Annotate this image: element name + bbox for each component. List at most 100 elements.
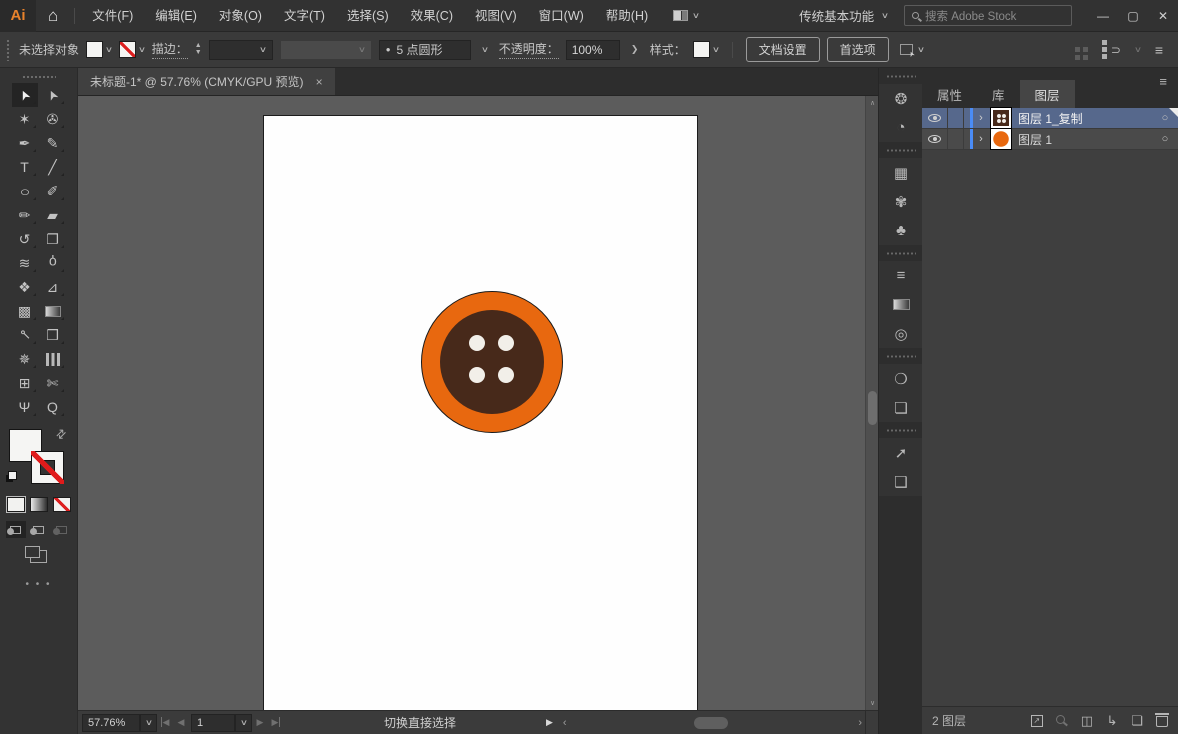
chevron-down-icon[interactable]: ∨: [1134, 45, 1142, 54]
stroke-weight-dropdown[interactable]: ∨: [209, 40, 273, 60]
maximize-button[interactable]: ▢: [1118, 0, 1148, 32]
color-guide-panel-icon[interactable]: ◔: [879, 113, 923, 142]
line-segment-tool[interactable]: ╱: [40, 155, 66, 179]
close-tab-icon[interactable]: ×: [316, 75, 323, 89]
layer-target-icon[interactable]: ○: [1152, 133, 1178, 145]
opacity-expand-arrow[interactable]: ❯: [627, 40, 643, 60]
paintbrush-tool[interactable]: ✐: [40, 179, 66, 203]
home-icon[interactable]: ⌂: [36, 6, 68, 26]
puppet-warp-tool[interactable]: ϙ: [40, 251, 66, 275]
color-button[interactable]: [7, 497, 25, 512]
artboard-tool[interactable]: ⊞: [12, 371, 38, 395]
layer-name[interactable]: 图层 1: [1018, 131, 1152, 148]
align-grid-icon[interactable]: [1075, 47, 1080, 52]
export-panel-icon[interactable]: ➚: [879, 438, 923, 467]
magic-wand-tool[interactable]: ✶: [12, 107, 38, 131]
button-hole[interactable]: [469, 367, 485, 383]
basic-row-icon[interactable]: ⊃: [1102, 43, 1121, 57]
zoom-level-input[interactable]: 57.76%: [82, 714, 140, 732]
symbol-sprayer-tool[interactable]: ✵: [12, 347, 38, 371]
gradient-tool[interactable]: [40, 299, 66, 323]
arrange-documents-button[interactable]: ∨: [673, 10, 699, 21]
panel-tab[interactable]: 属性: [922, 80, 977, 108]
menu-item[interactable]: 选择(S): [336, 0, 400, 32]
layer-thumbnail[interactable]: [991, 108, 1011, 128]
style-dropdown[interactable]: ∨: [693, 41, 719, 58]
control-panel-menu-icon[interactable]: ≡: [1155, 42, 1164, 58]
layer-target-icon[interactable]: ○: [1152, 112, 1178, 124]
screen-mode-icon[interactable]: [30, 550, 47, 563]
pencil-tool[interactable]: ✏: [12, 203, 38, 227]
eraser-tool[interactable]: ▰: [40, 203, 66, 227]
artboards-panel-icon[interactable]: ❑: [879, 467, 923, 496]
brushes-panel-icon[interactable]: ✾: [879, 187, 923, 216]
fill-color-dropdown[interactable]: ∨: [86, 41, 112, 58]
menu-item[interactable]: 窗口(W): [528, 0, 595, 32]
chevron-down-icon[interactable]: ∨: [475, 45, 495, 54]
canvas[interactable]: ∧ ∨: [78, 96, 878, 710]
close-button[interactable]: ✕: [1148, 0, 1178, 32]
panel-gripper[interactable]: [6, 39, 10, 61]
edit-toolbar-icon[interactable]: • • •: [0, 579, 77, 590]
layer-row[interactable]: › 图层 1 ○: [922, 129, 1178, 150]
lasso-tool[interactable]: ✇: [40, 107, 66, 131]
vertical-scrollbar[interactable]: ∧ ∨: [865, 96, 878, 710]
perspective-grid-tool[interactable]: ⊿: [40, 275, 66, 299]
select-similar-button[interactable]: ∨: [900, 44, 924, 55]
button-inner-circle[interactable]: [440, 310, 544, 414]
panel-tab[interactable]: 库: [977, 80, 1020, 108]
button-hole[interactable]: [469, 335, 485, 351]
menu-item[interactable]: 帮助(H): [595, 0, 659, 32]
opacity-input[interactable]: 100%: [566, 40, 620, 60]
menu-item[interactable]: 编辑(E): [144, 0, 208, 32]
toolbar-gripper[interactable]: [22, 75, 56, 79]
minimize-button[interactable]: —: [1088, 0, 1118, 32]
zoom-dropdown-chevron[interactable]: ∨: [140, 714, 157, 732]
shape-builder-tool[interactable]: ❖: [12, 275, 38, 299]
horizontal-scroll-thumb[interactable]: [694, 717, 728, 729]
collect-for-export-icon[interactable]: ↗: [1031, 715, 1043, 727]
draw-normal-mode[interactable]: [6, 521, 26, 538]
search-input[interactable]: 搜索 Adobe Stock: [904, 5, 1072, 26]
app-logo[interactable]: Ai: [0, 0, 36, 32]
rotate-tool[interactable]: ↺: [12, 227, 38, 251]
document-setup-button[interactable]: 文档设置: [746, 37, 820, 62]
stroke-indicator[interactable]: [31, 451, 64, 484]
draw-behind-mode[interactable]: [29, 521, 49, 538]
previous-artboard-button[interactable]: ◀: [173, 717, 189, 728]
direct-selection-tool[interactable]: ➤: [40, 83, 66, 107]
delete-layer-icon[interactable]: [1156, 716, 1168, 727]
column-graph-tool[interactable]: [40, 347, 66, 371]
symbols-panel-icon[interactable]: ♣: [879, 216, 923, 245]
lock-toggle[interactable]: [948, 108, 964, 128]
status-menu-arrow[interactable]: ▶: [546, 717, 553, 728]
eyedropper-tool[interactable]: ⊸: [12, 323, 38, 347]
none-button[interactable]: [53, 497, 71, 512]
opacity-link[interactable]: 不透明度：: [499, 40, 559, 59]
locate-object-icon[interactable]: [1056, 715, 1068, 727]
panel-menu-icon[interactable]: ≡: [1159, 74, 1168, 89]
document-tab[interactable]: 未标题-1* @ 57.76% (CMYK/GPU 预览) ×: [78, 68, 335, 95]
lock-toggle[interactable]: [948, 129, 964, 149]
scroll-left-icon[interactable]: ‹: [563, 711, 567, 734]
artboard-dropdown-chevron[interactable]: ∨: [235, 714, 252, 732]
panel-tab[interactable]: 图层: [1020, 80, 1075, 108]
transparency-panel-icon[interactable]: ◎: [879, 319, 923, 348]
layer-row[interactable]: › 图层 1_复制 ○: [922, 108, 1178, 129]
zoom-tool[interactable]: Q: [40, 395, 66, 419]
make-clipping-mask-icon[interactable]: ◫: [1081, 713, 1093, 729]
color-panel-icon[interactable]: ❂: [879, 84, 923, 113]
artboard[interactable]: [263, 115, 698, 710]
vertical-scroll-thumb[interactable]: [868, 391, 877, 425]
curvature-tool[interactable]: ✎: [40, 131, 66, 155]
menu-item[interactable]: 文字(T): [273, 0, 336, 32]
swap-fill-stroke-icon[interactable]: ⇄: [53, 425, 70, 442]
menu-item[interactable]: 对象(O): [208, 0, 273, 32]
pen-tool[interactable]: ✒: [12, 131, 38, 155]
swatches-panel-icon[interactable]: ▦: [879, 158, 923, 187]
new-layer-icon[interactable]: ❏: [1131, 713, 1143, 729]
scroll-right-icon[interactable]: ›: [858, 711, 862, 734]
scroll-down-icon[interactable]: ∨: [866, 699, 878, 707]
menu-item[interactable]: 文件(F): [81, 0, 144, 32]
scale-tool[interactable]: ❐: [40, 227, 66, 251]
